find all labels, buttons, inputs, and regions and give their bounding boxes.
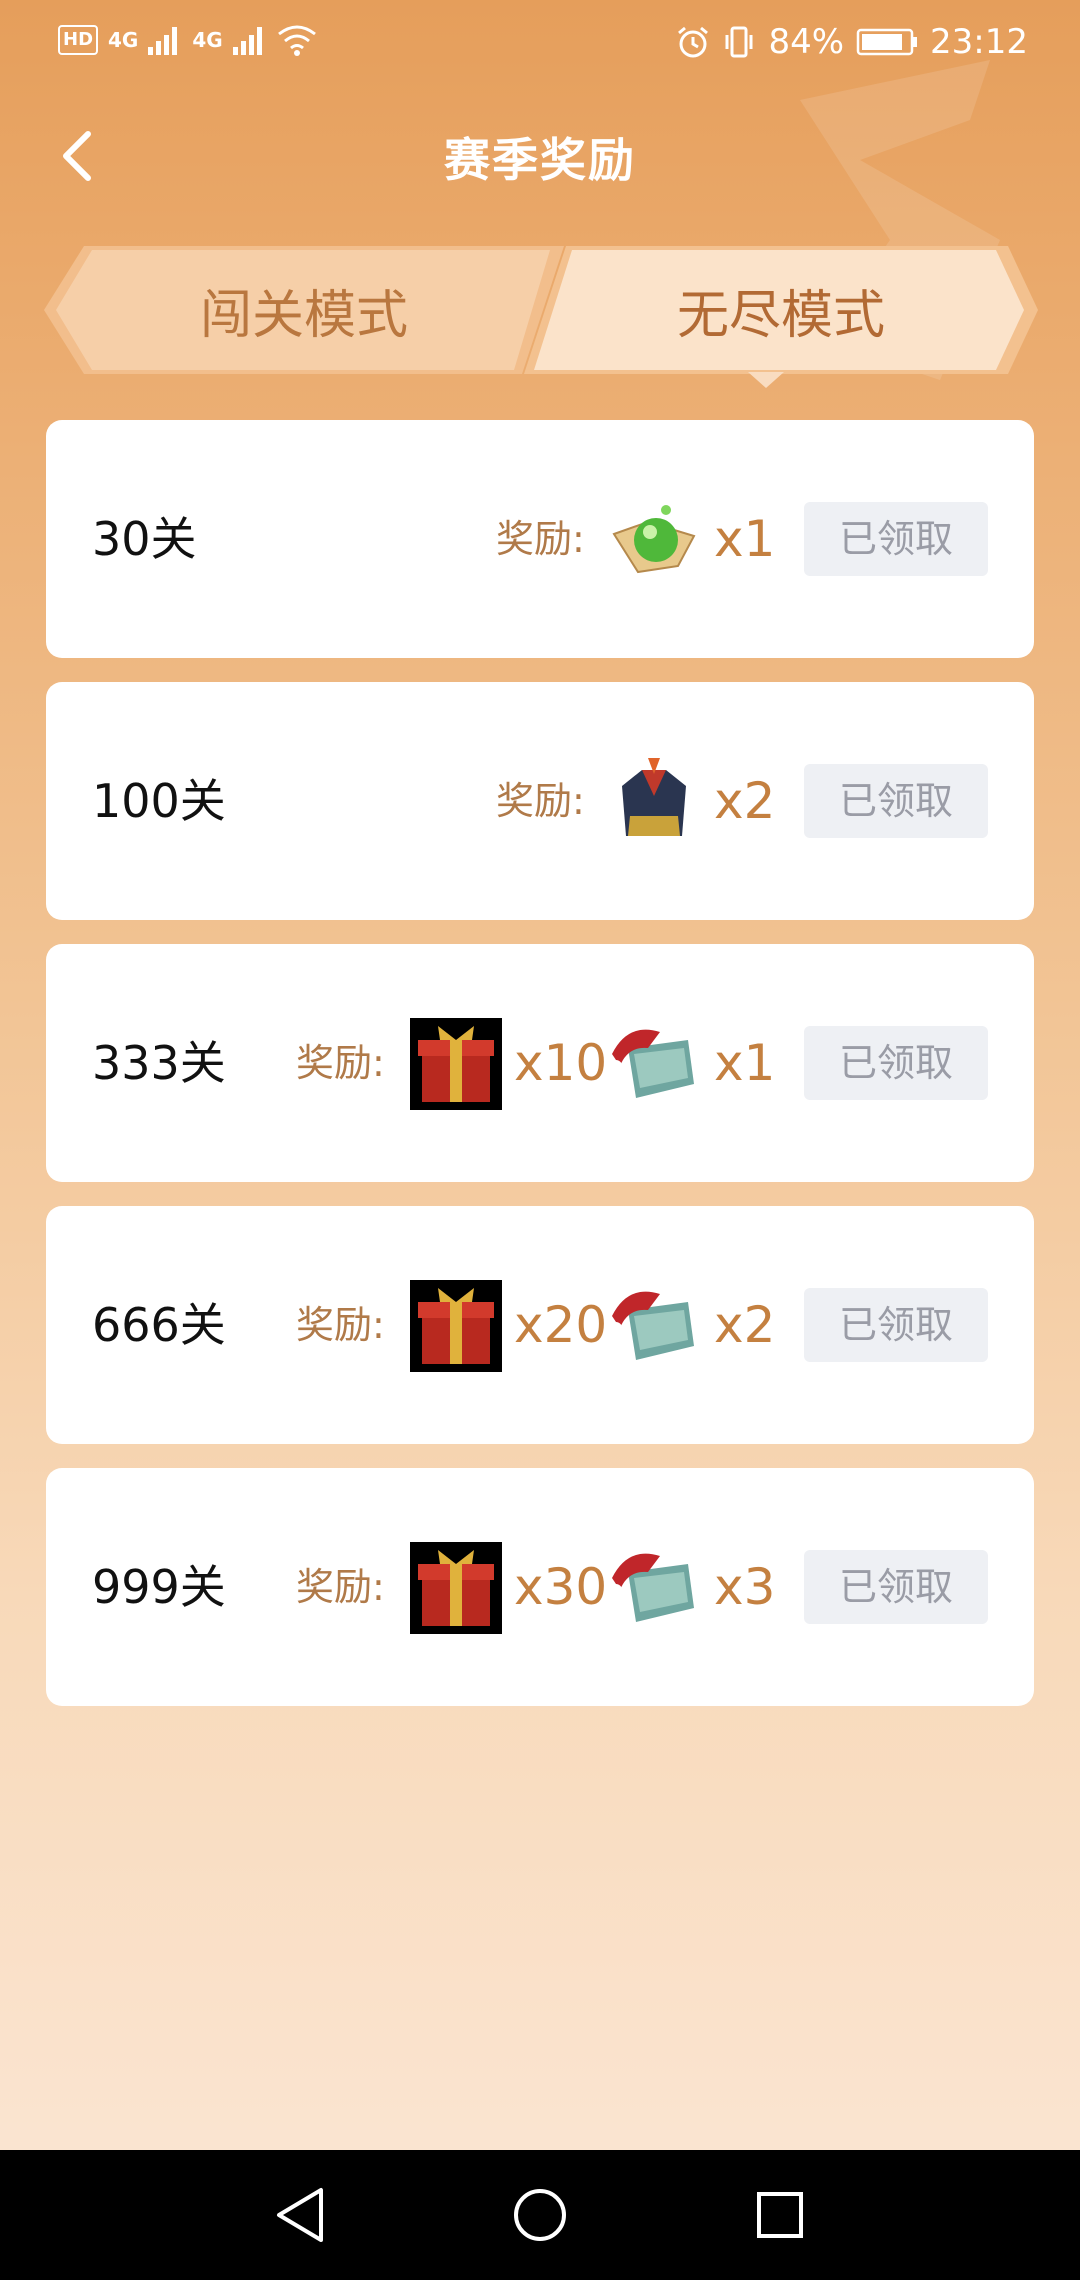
claimed-button[interactable]: 已领取 xyxy=(804,502,988,576)
gift-box-icon xyxy=(410,1280,502,1372)
level-label: 999关 xyxy=(92,1560,226,1614)
reward-quantity: x2 xyxy=(714,1296,776,1354)
level-label: 666关 xyxy=(92,1298,226,1352)
reward-label: 奖励: xyxy=(296,1565,385,1609)
armor-icon xyxy=(622,758,686,836)
wifi-icon xyxy=(277,25,316,56)
tab-level-mode[interactable]: 闯关模式 xyxy=(44,246,564,374)
claimed-button[interactable]: 已领取 xyxy=(804,764,988,838)
vibrate-icon xyxy=(725,26,753,58)
nav-home-icon[interactable] xyxy=(505,2180,575,2250)
hd-indicator: HD xyxy=(58,25,99,55)
level-label: 100关 xyxy=(92,774,226,828)
reward-label: 奖励: xyxy=(496,779,585,823)
green-orb-icon xyxy=(612,505,696,574)
claimed-button[interactable]: 已领取 xyxy=(804,1550,988,1624)
tab-endless-mode-label: 无尽模式 xyxy=(676,285,885,346)
reward-label: 奖励: xyxy=(296,1041,385,1085)
reward-quantity: x1 xyxy=(714,510,776,568)
nav-recents-icon[interactable] xyxy=(745,2180,815,2250)
nav-back-icon[interactable] xyxy=(265,2180,335,2250)
reward-quantity: x20 xyxy=(514,1296,608,1354)
gift-box-icon xyxy=(410,1542,502,1634)
claimed-button[interactable]: 已领取 xyxy=(804,1288,988,1362)
reward-quantity: x3 xyxy=(714,1558,776,1616)
network-type-2: 4G xyxy=(192,28,223,52)
tab-level-mode-label: 闯关模式 xyxy=(199,285,408,346)
reward-label: 奖励: xyxy=(296,1303,385,1347)
banknote-icon xyxy=(610,1029,694,1098)
reward-quantity: x1 xyxy=(714,1034,776,1092)
banknote-icon xyxy=(610,1553,694,1622)
reward-quantity: x10 xyxy=(514,1034,608,1092)
reward-row: 30关 奖励: x1 已领取 xyxy=(46,420,1034,658)
reward-row: 333关 奖励: x10 x1 已领取 xyxy=(46,944,1034,1182)
banknote-icon xyxy=(610,1291,694,1360)
tab-endless-mode[interactable]: 无尽模式 xyxy=(524,246,1038,374)
reward-quantity: x2 xyxy=(714,772,776,830)
status-bar: HD 4G 4G 84% 23:12 xyxy=(0,0,1080,92)
clock-time: 23:12 xyxy=(930,22,1028,62)
mode-tabs: 闯关模式 无尽模式 xyxy=(44,246,1038,386)
reward-row: 666关 奖励: x20 x2 已领取 xyxy=(46,1206,1034,1444)
alarm-icon xyxy=(678,26,709,58)
reward-label: 奖励: xyxy=(496,517,585,561)
system-navigation-bar xyxy=(0,2150,1080,2280)
page-title: 赛季奖励 xyxy=(444,133,636,187)
active-tab-indicator xyxy=(748,372,784,388)
reward-quantity: x30 xyxy=(514,1558,608,1616)
signal-icon xyxy=(232,27,262,55)
level-label: 30关 xyxy=(92,512,197,566)
reward-row: 999关 奖励: x30 x3 已领取 xyxy=(46,1468,1034,1706)
gift-box-icon xyxy=(410,1018,502,1110)
network-type-1: 4G xyxy=(108,28,139,52)
battery-percent: 84% xyxy=(768,22,845,62)
claimed-button[interactable]: 已领取 xyxy=(804,1026,988,1100)
level-label: 333关 xyxy=(92,1036,226,1090)
battery-icon xyxy=(856,28,918,56)
reward-row: 100关 奖励: x2 已领取 xyxy=(46,682,1034,920)
signal-icon xyxy=(148,27,178,55)
